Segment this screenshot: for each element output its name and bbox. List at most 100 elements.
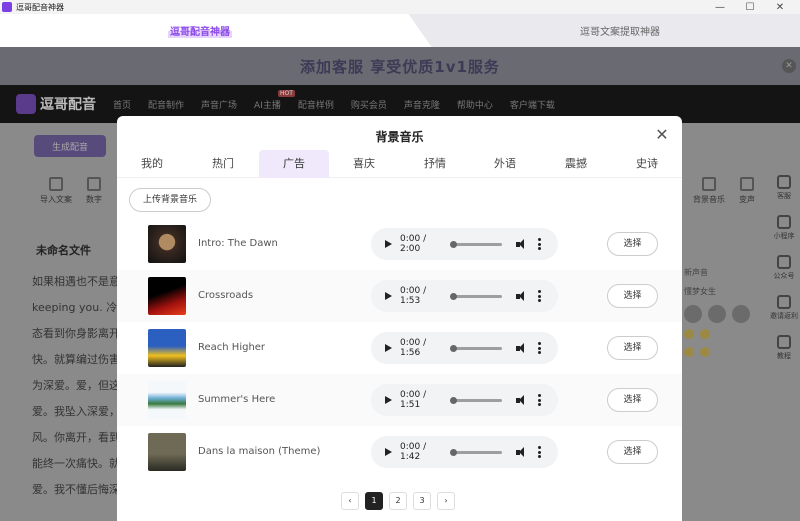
close-window-icon[interactable]: ✕ [765, 0, 795, 14]
modal-title: 背景音乐 [375, 130, 424, 144]
tab-lyrical[interactable]: 抒情 [400, 150, 470, 178]
volume-icon[interactable] [516, 446, 528, 458]
tab-dubbing-label: 逗哥配音神器 [168, 23, 232, 38]
track-row: Intro: The Dawn 0:00 / 2:00 选择 [117, 218, 682, 270]
audio-player: 0:00 / 1:42 [371, 436, 558, 468]
maximize-icon[interactable]: ☐ [735, 0, 765, 14]
promo-banner: 添加客服 享受优质1v1服务 ✕ [0, 47, 800, 85]
audio-player: 0:00 / 1:53 [371, 280, 558, 312]
upload-bgm-button[interactable]: 上传背景音乐 [129, 188, 211, 212]
voice-change-tool: 变声 [739, 177, 755, 205]
rail-miniapp: 小程序 [774, 215, 795, 241]
avatar [684, 305, 702, 323]
tab-epic[interactable]: 史诗 [612, 150, 682, 178]
more-icon[interactable] [538, 290, 541, 302]
play-icon[interactable] [385, 448, 392, 456]
gift-icon [777, 295, 791, 309]
play-time: 0:00 / 1:42 [400, 442, 427, 462]
tab-text-extract-label: 逗哥文案提取神器 [580, 27, 660, 38]
miniapp-icon [777, 215, 791, 229]
music-icon [702, 177, 716, 191]
page-button[interactable]: 3 [413, 492, 431, 510]
editor-text: 如果相遇也不是意 keeping you. 冷 态看到你身影离开 快。就算编过伤… [32, 275, 120, 496]
select-button[interactable]: 选择 [607, 388, 658, 412]
play-icon[interactable] [385, 240, 392, 248]
audio-player: 0:00 / 2:00 [371, 228, 558, 260]
tab-festive[interactable]: 喜庆 [329, 150, 399, 178]
book-icon [777, 335, 791, 349]
bgm-modal: 背景音乐 ✕ 我的 热门 广告 喜庆 抒情 外语 震撼 史诗 上传背景音乐 In… [117, 116, 682, 521]
tab-mine[interactable]: 我的 [117, 150, 187, 178]
tab-hot[interactable]: 热门 [188, 150, 258, 178]
select-button[interactable]: 选择 [607, 284, 658, 308]
track-row: Dans la maison (Theme) 0:00 / 1:42 选择 [117, 426, 682, 478]
select-button[interactable]: 选择 [607, 440, 658, 464]
generate-button: 生成配音 [34, 135, 106, 157]
progress-slider[interactable] [450, 344, 502, 352]
rail-invite: 邀请返利 [770, 295, 798, 321]
pagination: ‹ 1 2 3 › [341, 492, 455, 510]
track-name: Intro: The Dawn [198, 238, 278, 249]
play-time: 0:00 / 1:53 [400, 286, 427, 306]
album-cover [148, 277, 186, 315]
play-icon[interactable] [385, 292, 392, 300]
page-button[interactable]: 1 [365, 492, 383, 510]
app-icon [2, 2, 12, 12]
progress-slider[interactable] [450, 448, 502, 456]
select-button[interactable]: 选择 [607, 336, 658, 360]
voice-panel: 新声音 懂梦女生 [684, 267, 768, 365]
tab-ad[interactable]: 广告 [259, 150, 329, 178]
toolbar: 导入文案 数字 [40, 177, 102, 205]
nav-item: 客户端下载 [509, 100, 555, 111]
voice-icon [740, 177, 754, 191]
volume-icon[interactable] [516, 342, 528, 354]
tab-foreign[interactable]: 外语 [470, 150, 540, 178]
tab-text-extract[interactable]: 逗哥文案提取神器 [440, 14, 800, 47]
rail-official: 公众号 [774, 255, 795, 281]
import-icon [49, 177, 63, 191]
progress-slider[interactable] [450, 396, 502, 404]
play-icon[interactable] [385, 396, 392, 404]
track-row: Summer's Here 0:00 / 1:51 选择 [117, 374, 682, 426]
nav-item: 帮助中心 [456, 100, 493, 111]
album-cover [148, 225, 186, 263]
volume-icon[interactable] [516, 394, 528, 406]
more-icon[interactable] [538, 342, 541, 354]
more-icon[interactable] [538, 446, 541, 458]
play-icon[interactable] [385, 344, 392, 352]
rail-tutorial: 教程 [777, 335, 791, 361]
play-time: 0:00 / 2:00 [400, 234, 427, 254]
track-name: Crossroads [198, 290, 254, 301]
right-rail: 客服 小程序 公众号 邀请返利 教程 [768, 175, 800, 361]
title-bar: 逗哥配音神器 — ☐ ✕ [0, 0, 800, 14]
minimize-icon[interactable]: — [705, 0, 735, 14]
next-page-icon[interactable]: › [437, 492, 455, 510]
prev-page-icon[interactable]: ‹ [341, 492, 359, 510]
logo-icon [16, 94, 36, 114]
tab-shock[interactable]: 震撼 [541, 150, 611, 178]
page-button[interactable]: 2 [389, 492, 407, 510]
wechat-icon [777, 255, 791, 269]
rail-service: 客服 [777, 175, 791, 201]
track-name: Summer's Here [198, 394, 276, 405]
banner-text: 添加客服 享受优质1v1服务 [300, 57, 500, 76]
nav-item: 首页 [113, 100, 132, 111]
avatar [732, 305, 750, 323]
tab-dubbing[interactable]: 逗哥配音神器 [0, 14, 400, 47]
number-icon [87, 177, 101, 191]
doc-title: 未命名文件 [36, 244, 91, 257]
select-button[interactable]: 选择 [607, 232, 658, 256]
close-icon[interactable]: ✕ [655, 127, 669, 143]
more-icon[interactable] [538, 238, 541, 250]
volume-icon[interactable] [516, 238, 528, 250]
progress-slider[interactable] [450, 240, 502, 248]
album-cover [148, 433, 186, 471]
bgm-tool: 背景音乐 [693, 177, 725, 205]
more-icon[interactable] [538, 394, 541, 406]
category-tabs: 我的 热门 广告 喜庆 抒情 外语 震撼 史诗 [117, 150, 682, 178]
banner-close-icon: ✕ [782, 59, 796, 73]
volume-icon[interactable] [516, 290, 528, 302]
progress-slider[interactable] [450, 292, 502, 300]
nav-item: 配音制作 [148, 100, 185, 111]
audio-player: 0:00 / 1:51 [371, 384, 558, 416]
